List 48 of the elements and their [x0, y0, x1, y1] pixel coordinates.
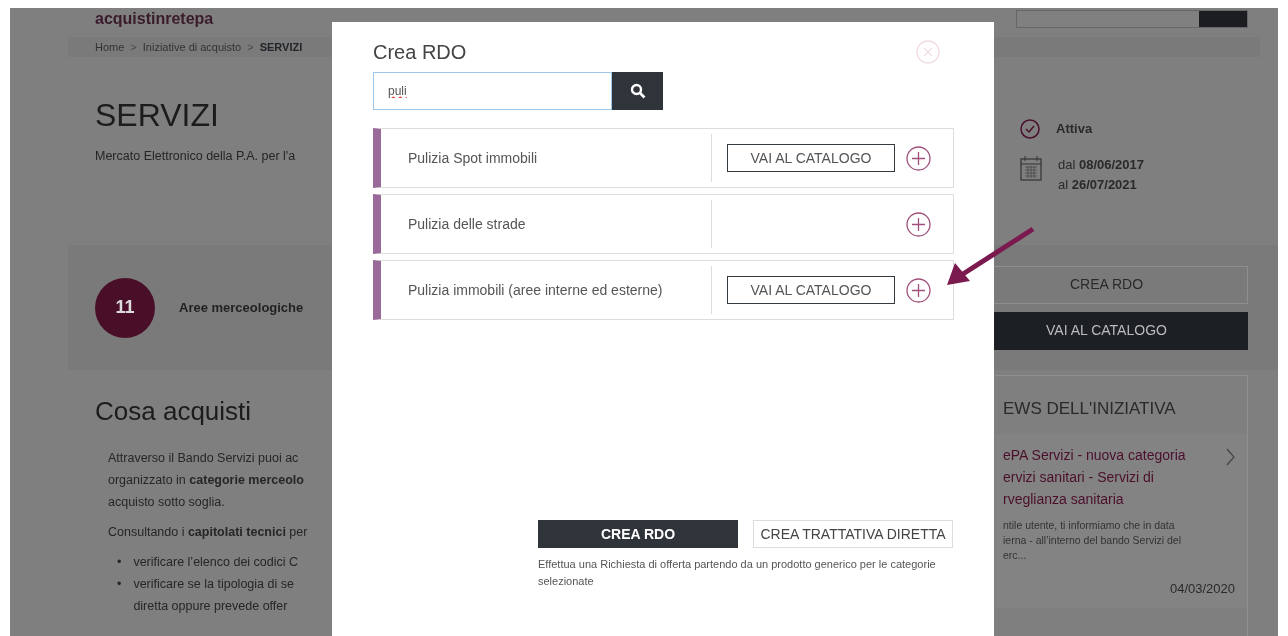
news-snippet-line: ntile utente, ti informiamo che in data	[1003, 517, 1176, 533]
modal-title: Crea RDO	[373, 40, 467, 64]
breadcrumb-link[interactable]: Iniziative di acquisto	[142, 38, 242, 56]
paragraph-line: Attraverso il Bando Servizi puoi ac	[108, 450, 300, 468]
breadcrumb-separator: >	[247, 39, 254, 55]
site-logo[interactable]: acquistinretepa	[95, 11, 214, 27]
news-title-line[interactable]: ervizi sanitari - Servizi di	[1003, 465, 1186, 488]
check-circle-icon	[1020, 119, 1040, 139]
paragraph-line: Consultando i capitolati tecnici per	[108, 524, 309, 542]
calendar-icon	[1020, 155, 1042, 181]
modal-button[interactable]: CREA TRATTATIVA DIRETTA	[753, 520, 953, 548]
bullet-item: verificare l’elenco dei codici C	[133, 554, 299, 572]
breadcrumb-separator: >	[130, 39, 137, 55]
areas-label: Aree merceologiche	[179, 298, 304, 317]
section-heading: Cosa acquisti	[95, 396, 253, 428]
news-heading: EWS DELL'INIZIATIVA	[1002, 398, 1177, 420]
news-date: 04/03/2020	[1168, 579, 1235, 598]
help-text: Effettua una Richiesta di offerta partendo da un prodotto generico per le categorie selezionate	[538, 557, 937, 589]
result-name: Pulizia Spot immobili	[407, 148, 539, 168]
news-title-line[interactable]: ePA Servizi - nuova categoria	[1003, 443, 1186, 466]
paragraph-line: acquisto sotto soglia.	[108, 494, 226, 512]
catalog-button[interactable]: VAI AL CATALOGO	[727, 276, 895, 304]
bullet-marker: •	[117, 554, 122, 572]
page-subtitle: Mercato Elettronico della P.A. per l'a	[95, 148, 297, 165]
result-name: Pulizia delle strade	[407, 214, 527, 234]
status-text: Attiva	[1056, 120, 1093, 139]
news-snippet-line: erc...	[1003, 547, 1028, 563]
date-to: al 26/07/2021	[1058, 175, 1138, 194]
search-field[interactable]	[1016, 10, 1248, 28]
bullet-item: verificare se la tipologia di se diretta oppure prevede offer	[133, 576, 294, 616]
search-icon	[629, 83, 646, 99]
count-badge: 11	[95, 277, 155, 338]
date-from: dal 08/06/2017	[1058, 156, 1145, 174]
search-button[interactable]	[612, 72, 663, 110]
catalog-button[interactable]: VAI AL CATALOGO	[727, 144, 895, 172]
chevron-right-icon[interactable]	[1226, 447, 1235, 466]
search-field[interactable]: puli	[373, 72, 612, 110]
bullet-marker: •	[117, 576, 122, 594]
news-snippet-line: ierna - all’interno del bando Servizi del	[1003, 532, 1183, 548]
paragraph-line: organizzato in categorie merceolo	[108, 472, 305, 490]
add-icon[interactable]	[906, 277, 931, 303]
page-title: SERVIZI	[95, 99, 220, 131]
modal-button[interactable]: CREA RDO	[538, 520, 738, 548]
add-icon[interactable]	[906, 145, 931, 171]
result-name: Pulizia immobili (aree interne ed esterne)	[407, 280, 664, 300]
breadcrumb-link[interactable]: Home	[95, 38, 125, 56]
add-icon[interactable]	[906, 211, 931, 237]
news-title-line[interactable]: rveglianza sanitaria	[1003, 487, 1186, 510]
